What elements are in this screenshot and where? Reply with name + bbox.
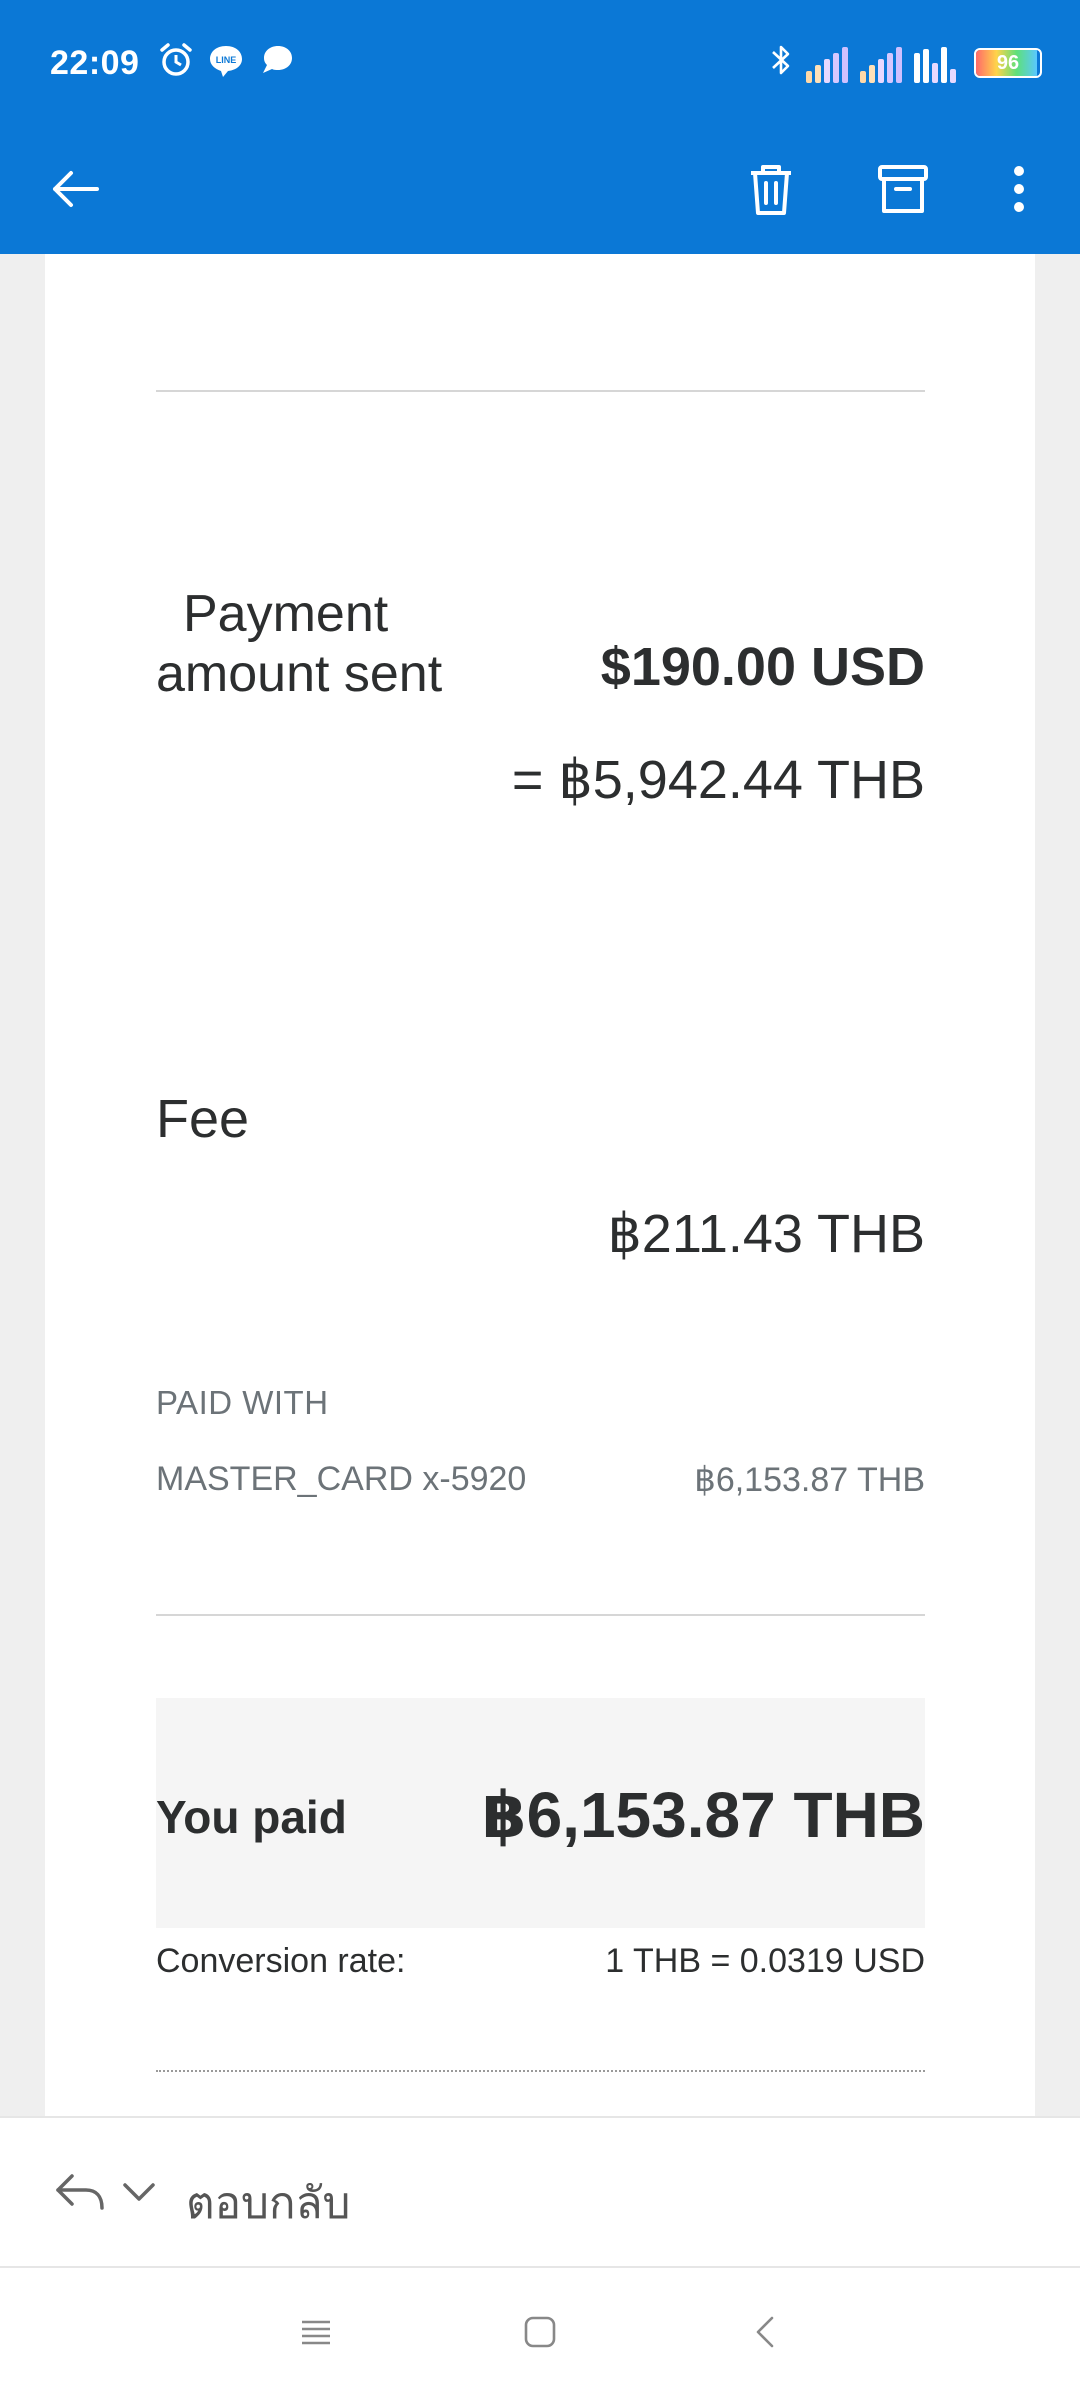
archive-icon [875, 161, 931, 222]
payment-card-name: MASTER_CARD x-5920 [156, 1460, 527, 1498]
payment-amount-usd: $190.00 USD [600, 637, 925, 697]
chat-bubble-icon [256, 40, 296, 80]
trash-icon [743, 159, 799, 224]
signal-icon [806, 43, 848, 83]
bluetooth-icon [768, 40, 794, 85]
back-arrow-icon [47, 161, 103, 222]
recents-icon [298, 2314, 334, 2355]
total-paid-box: You paid ฿6,153.87 THB [156, 1698, 925, 1928]
reply-options-button[interactable] [114, 2168, 164, 2218]
delete-button[interactable] [738, 158, 804, 224]
payment-card-amount: ฿6,153.87 THB [694, 1461, 925, 1499]
line-icon: LINE [206, 40, 246, 80]
divider [156, 390, 925, 392]
reply-bar: ตอบกลับ [0, 2116, 1080, 2268]
more-vert-icon [1009, 161, 1029, 222]
home-icon [522, 2314, 558, 2355]
reply-icon [52, 2168, 108, 2221]
conversion-rate-value: 1 THB = 0.0319 USD [605, 1942, 925, 1980]
payment-label-line2: amount sent [156, 645, 443, 703]
battery-icon: 96 [968, 47, 1042, 78]
archive-button[interactable] [870, 158, 936, 224]
conversion-rate-label: Conversion rate: [156, 1942, 406, 1980]
email-body[interactable]: Payment amount sent $190.00 USD = ฿5,942… [45, 254, 1035, 2116]
payment-amount-label: Payment amount sent [156, 584, 442, 704]
navigation-bar [0, 2268, 1080, 2400]
paid-with-heading: PAID WITH [156, 1384, 329, 1421]
chevron-down-icon [119, 2171, 159, 2216]
status-bar: 22:09 LINE 96 [0, 0, 1080, 128]
fee-label: Fee [156, 1089, 250, 1149]
divider [156, 1614, 925, 1616]
status-time: 22:09 [50, 44, 140, 82]
total-paid-label: You paid [156, 1791, 347, 1843]
dotted-divider [156, 2070, 925, 2072]
more-options-button[interactable] [986, 158, 1052, 224]
total-paid-amount: ฿6,153.87 THB [482, 1779, 925, 1851]
payment-amount-thb: = ฿5,942.44 THB [511, 750, 925, 810]
svg-text:LINE: LINE [216, 55, 237, 65]
system-indicators: 96 [768, 40, 1042, 85]
battery-level: 96 [996, 51, 1020, 74]
reply-label[interactable]: ตอบกลับ [186, 2168, 350, 2238]
home-button[interactable] [510, 2304, 570, 2364]
payment-label-line1: Payment [183, 585, 389, 643]
alarm-icon [156, 40, 196, 80]
recents-button[interactable] [286, 2304, 346, 2364]
signal-icon [914, 43, 956, 83]
back-icon [748, 2314, 784, 2355]
back-nav-button[interactable] [736, 2304, 796, 2364]
reply-button[interactable] [48, 2162, 112, 2226]
notification-icons: LINE [156, 40, 296, 80]
fee-amount: ฿211.43 THB [607, 1204, 925, 1264]
back-button[interactable] [42, 158, 108, 224]
signal-icon [860, 43, 902, 83]
email-toolbar [0, 128, 1080, 254]
